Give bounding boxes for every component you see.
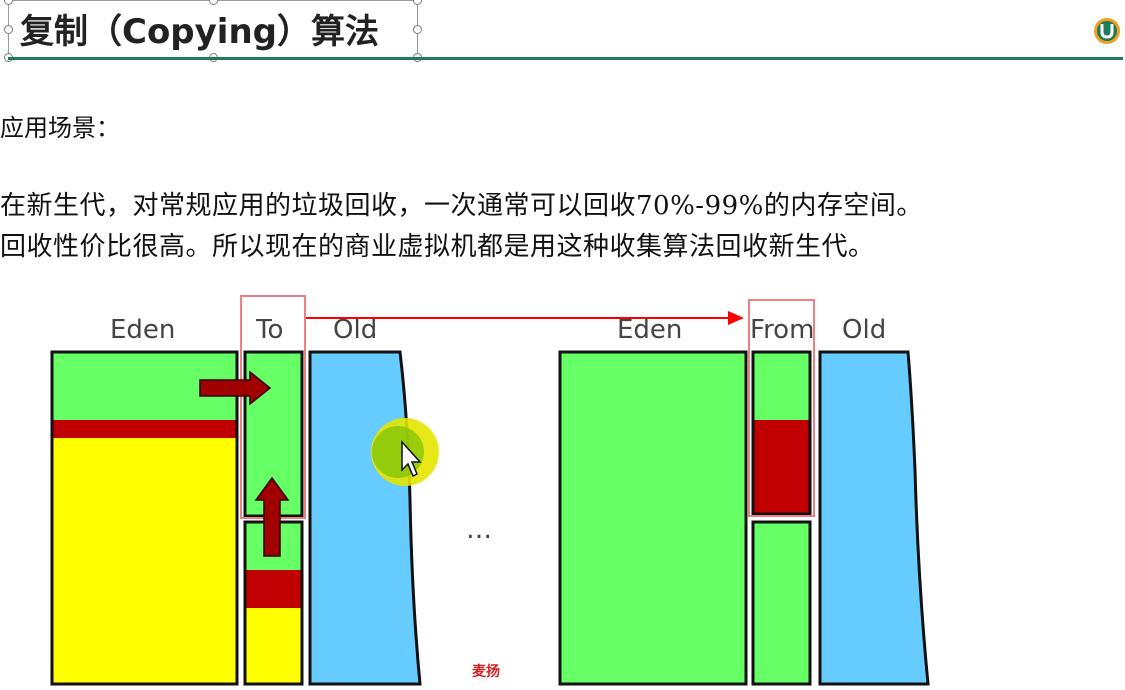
left-old-region (308, 350, 422, 686)
left-to-label: To (255, 315, 283, 345)
right-old-region (818, 350, 930, 686)
right-eden-label: Eden (617, 315, 682, 345)
right-from-survivor (751, 350, 812, 516)
right-to-survivor (751, 520, 812, 686)
watermark: 麦扬 (472, 663, 500, 680)
left-eden-region (50, 350, 239, 686)
ellipsis: … (466, 515, 492, 545)
right-eden-region (558, 350, 748, 686)
left-eden-label: Eden (110, 315, 175, 345)
right-old-label: Old (842, 315, 886, 345)
left-old-label: Old (333, 315, 377, 345)
copying-algorithm-diagram: Eden To Old … 麦扬 Eden From Old (50, 295, 930, 686)
right-from-label: From (750, 315, 814, 345)
